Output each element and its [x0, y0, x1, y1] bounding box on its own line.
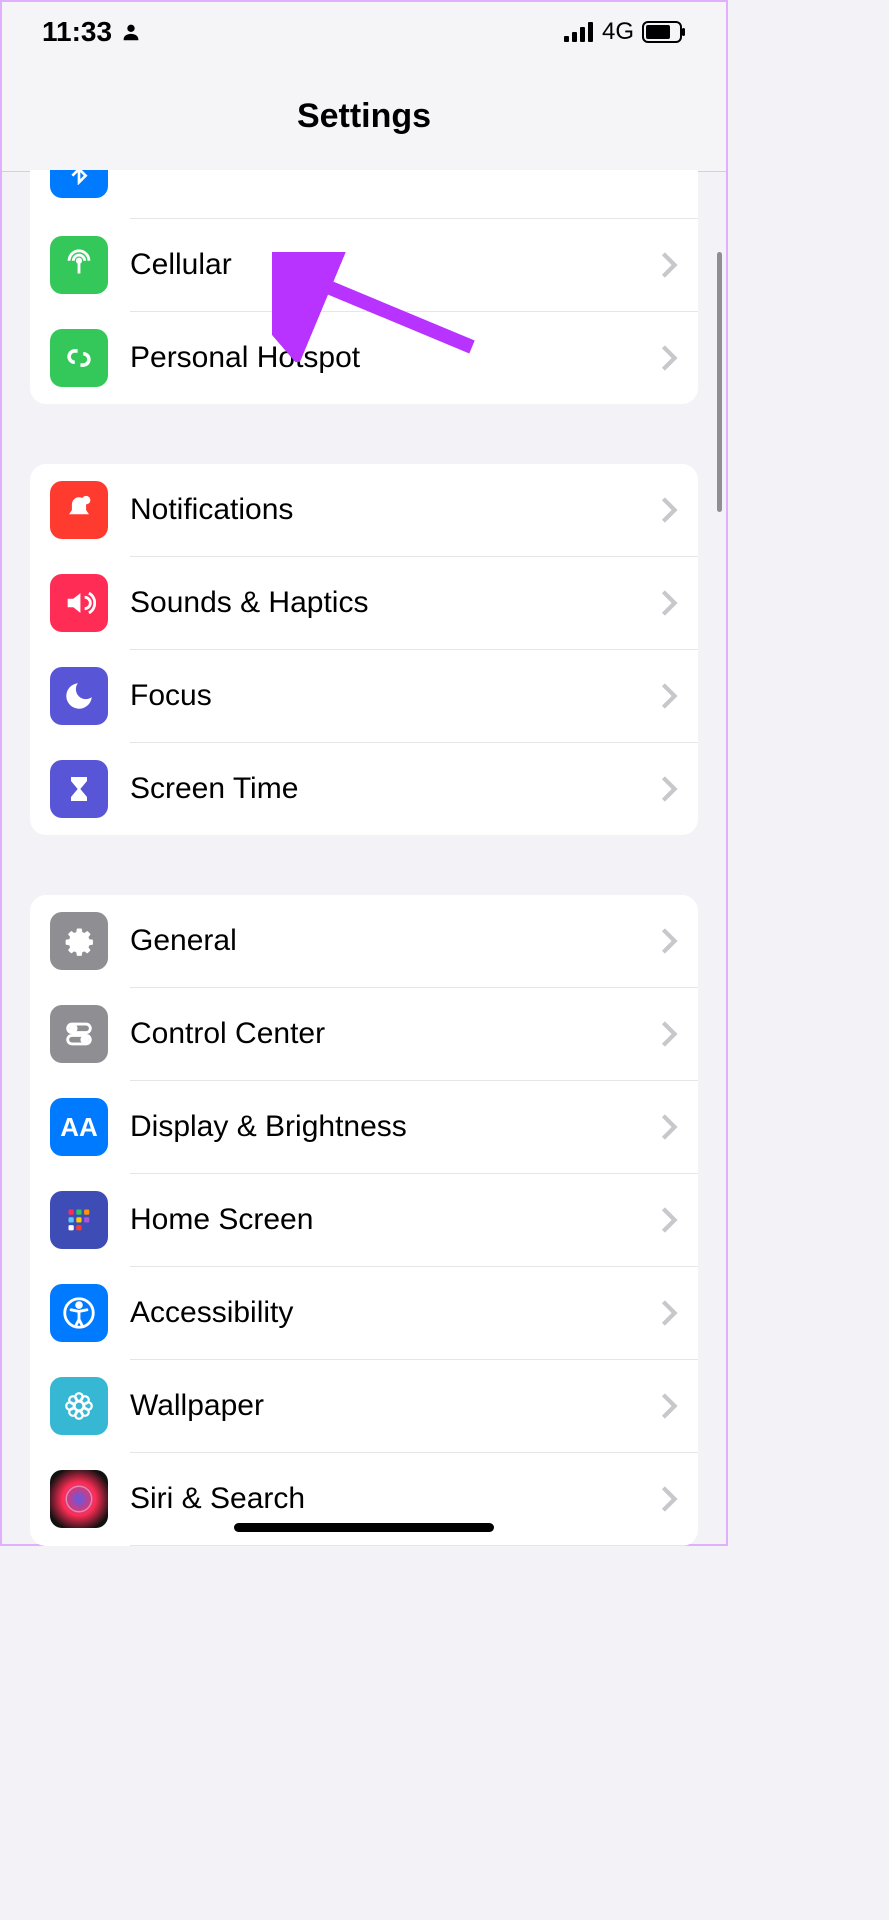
- settings-group-general: General Control Center AA Display & Brig…: [30, 895, 698, 1546]
- general-icon: [50, 912, 108, 970]
- row-label: Focus: [130, 679, 660, 713]
- row-label: Siri & Search: [130, 1482, 660, 1516]
- row-label: Screen Time: [130, 772, 660, 806]
- chevron-right-icon: [660, 927, 678, 955]
- row-home-screen[interactable]: Home Screen: [30, 1174, 698, 1266]
- person-icon: [120, 21, 142, 43]
- row-general[interactable]: General: [30, 895, 698, 987]
- row-bluetooth[interactable]: Bluetooth Not Connected: [30, 170, 698, 218]
- row-wallpaper[interactable]: Wallpaper: [30, 1360, 698, 1452]
- row-label: Accessibility: [130, 1296, 660, 1330]
- row-control-center[interactable]: Control Center: [30, 988, 698, 1080]
- controlcenter-icon: [50, 1005, 108, 1063]
- homescreen-icon: [50, 1191, 108, 1249]
- chevron-right-icon: [660, 589, 678, 617]
- status-time: 11:33: [42, 16, 112, 48]
- chevron-right-icon: [660, 344, 678, 372]
- wallpaper-icon: [50, 1377, 108, 1435]
- row-label: Control Center: [130, 1017, 660, 1051]
- row-cellular[interactable]: Cellular: [30, 219, 698, 311]
- focus-icon: [50, 667, 108, 725]
- status-network: 4G: [602, 18, 634, 46]
- display-icon: AA: [50, 1098, 108, 1156]
- row-label: Sounds & Haptics: [130, 586, 660, 620]
- row-display-brightness[interactable]: AA Display & Brightness: [30, 1081, 698, 1173]
- row-label: Cellular: [130, 248, 660, 282]
- chevron-right-icon: [660, 1020, 678, 1048]
- screentime-icon: [50, 760, 108, 818]
- row-accessibility[interactable]: Accessibility: [30, 1267, 698, 1359]
- row-notifications[interactable]: Notifications: [30, 464, 698, 556]
- header: Settings: [2, 62, 726, 172]
- bluetooth-icon: [50, 170, 108, 198]
- row-focus[interactable]: Focus: [30, 650, 698, 742]
- chevron-right-icon: [660, 1392, 678, 1420]
- status-bar: 11:33 4G: [2, 2, 726, 62]
- battery-icon: [642, 21, 686, 43]
- home-indicator[interactable]: [234, 1523, 494, 1532]
- row-personal-hotspot[interactable]: Personal Hotspot: [30, 312, 698, 404]
- chevron-right-icon: [660, 251, 678, 279]
- page-title: Settings: [297, 97, 431, 136]
- sounds-icon: [50, 574, 108, 632]
- chevron-right-icon: [660, 1299, 678, 1327]
- row-value: Not Connected: [450, 170, 650, 174]
- row-label: Display & Brightness: [130, 1110, 660, 1144]
- chevron-right-icon: [660, 1485, 678, 1513]
- settings-group-connectivity: Bluetooth Not Connected Cellular Persona…: [30, 170, 698, 404]
- chevron-right-icon: [660, 1113, 678, 1141]
- settings-group-notifications: Notifications Sounds & Haptics Focus Scr…: [30, 464, 698, 835]
- row-label: Notifications: [130, 493, 660, 527]
- notifications-icon: [50, 481, 108, 539]
- row-label: Bluetooth: [130, 170, 450, 174]
- signal-icon: [564, 22, 594, 42]
- content: Bluetooth Not Connected Cellular Persona…: [2, 170, 726, 1546]
- row-label: General: [130, 924, 660, 958]
- siri-icon: [50, 1470, 108, 1528]
- cellular-icon: [50, 236, 108, 294]
- row-screen-time[interactable]: Screen Time: [30, 743, 698, 835]
- chevron-right-icon: [660, 1206, 678, 1234]
- chevron-right-icon: [660, 775, 678, 803]
- row-sounds[interactable]: Sounds & Haptics: [30, 557, 698, 649]
- chevron-right-icon: [660, 682, 678, 710]
- hotspot-icon: [50, 329, 108, 387]
- row-label: Home Screen: [130, 1203, 660, 1237]
- accessibility-icon: [50, 1284, 108, 1342]
- scroll-indicator[interactable]: [717, 252, 722, 512]
- row-label: Personal Hotspot: [130, 341, 660, 375]
- chevron-right-icon: [660, 496, 678, 524]
- row-label: Wallpaper: [130, 1389, 660, 1423]
